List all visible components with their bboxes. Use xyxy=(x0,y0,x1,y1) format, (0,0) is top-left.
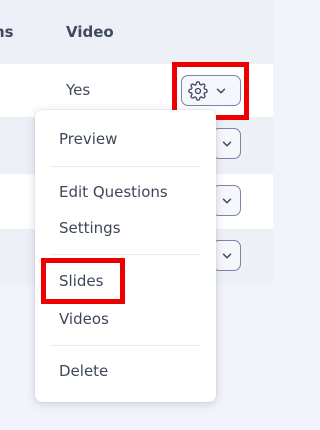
settings-dropdown-button[interactable] xyxy=(212,185,241,216)
column-header-truncated: ns xyxy=(0,23,14,41)
menu-item-delete[interactable]: Delete xyxy=(59,362,108,380)
table-header: ns Video xyxy=(0,0,273,64)
settings-dropdown-button[interactable] xyxy=(212,128,241,159)
highlight-box-slides xyxy=(41,258,125,304)
menu-divider xyxy=(51,254,200,255)
menu-item-settings[interactable]: Settings xyxy=(59,219,121,237)
chevron-down-icon xyxy=(222,140,231,147)
menu-item-videos[interactable]: Videos xyxy=(59,310,109,328)
chevron-down-icon xyxy=(222,197,231,204)
menu-divider xyxy=(51,345,200,346)
column-header-video: Video xyxy=(66,23,114,41)
menu-item-edit-questions[interactable]: Edit Questions xyxy=(59,183,168,201)
settings-dropdown-button[interactable] xyxy=(212,240,241,271)
video-cell: Yes xyxy=(66,81,91,99)
menu-divider xyxy=(51,166,200,167)
menu-item-preview[interactable]: Preview xyxy=(59,130,117,148)
actions-dropdown-menu: Preview Edit Questions Settings Slides V… xyxy=(35,110,216,402)
chevron-down-icon xyxy=(222,252,231,259)
page: ns Video Yes xyxy=(0,0,273,430)
